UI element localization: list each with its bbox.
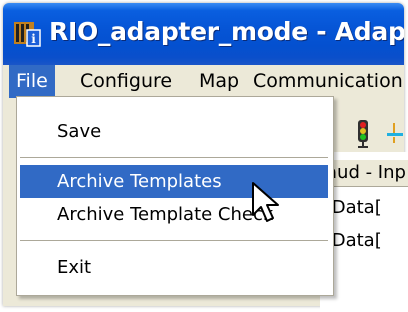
- menu-map[interactable]: Map: [199, 65, 239, 98]
- menu-configure[interactable]: Configure: [80, 65, 172, 98]
- menu-file[interactable]: File: [9, 65, 55, 98]
- data-cell: .Data[: [326, 197, 382, 218]
- menu-item-save[interactable]: Save: [20, 115, 328, 148]
- window-title: RIO_adapter_mode - Adapte: [49, 17, 404, 46]
- traffic-light-icon[interactable]: [352, 119, 374, 149]
- menu-item-label: Exit: [57, 257, 92, 278]
- menu-separator: [20, 157, 328, 158]
- menu-item-exit[interactable]: Exit: [20, 251, 328, 284]
- mouse-pointer-icon: [252, 182, 279, 222]
- menu-communication[interactable]: Communication: [253, 65, 403, 98]
- menu-item-label: Archive Template Check: [57, 204, 274, 225]
- menu-item-label: Save: [57, 121, 102, 142]
- title-bar[interactable]: i RIO_adapter_mode - Adapte: [3, 3, 404, 65]
- data-cell: .Data[: [326, 230, 382, 251]
- svg-text:i: i: [31, 32, 36, 46]
- menu-item-label: Archive Templates: [57, 171, 222, 192]
- app-icon: i: [14, 22, 41, 47]
- menu-bar: File Configure Map Communication: [3, 65, 404, 98]
- signal-icon[interactable]: [384, 119, 406, 149]
- menu-separator: [20, 240, 328, 241]
- file-dropdown-menu: Save Archive Templates Archive Template …: [16, 96, 334, 296]
